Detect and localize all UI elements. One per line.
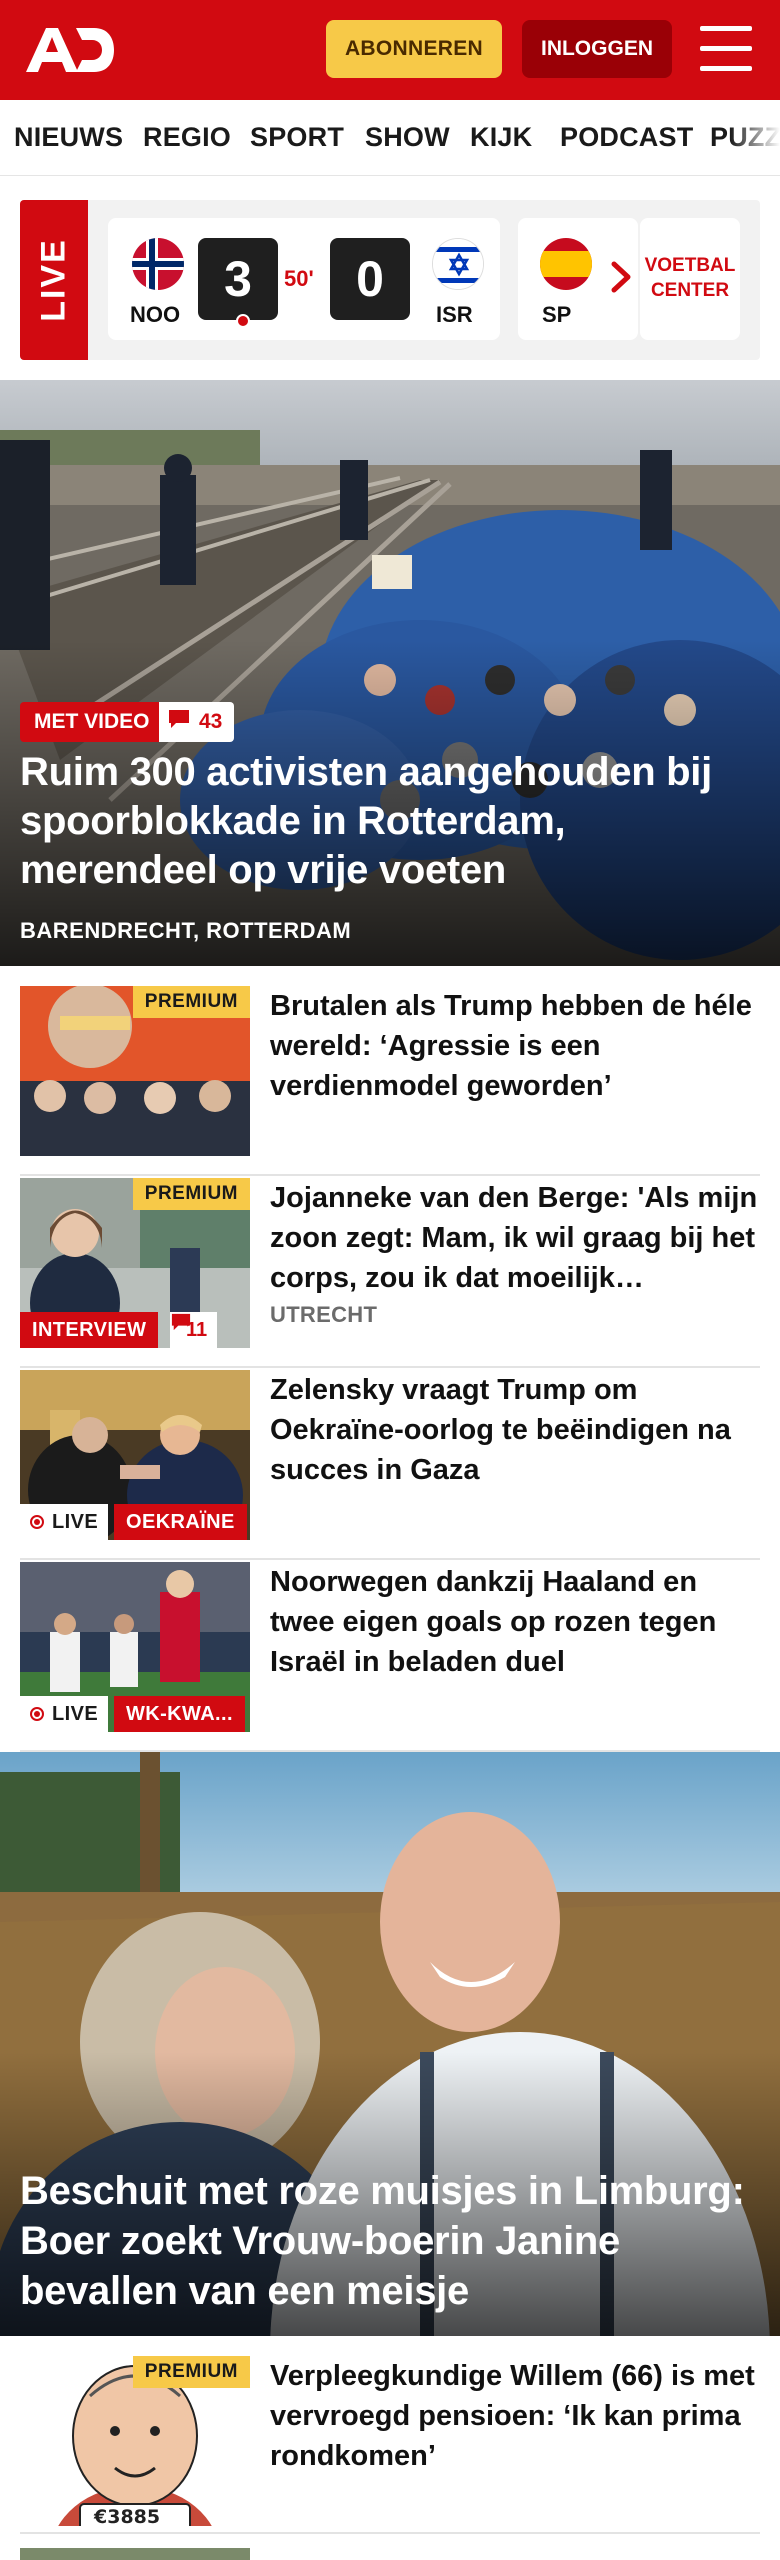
article-title[interactable]: Verpleegkundige Willem (66) is met vervr…: [270, 2356, 760, 2476]
israel-flag-icon: [432, 238, 484, 290]
article-thumbnail: LIVE WK-KWA...: [20, 1562, 250, 1732]
home-score: 3: [198, 238, 278, 320]
live-dot-icon: [30, 1515, 44, 1529]
norway-flag-icon: [132, 238, 184, 290]
premium-badge: PREMIUM: [132, 2356, 250, 2388]
article-thumbnail: PREMIUM: [20, 986, 250, 1156]
nav-item-podcast[interactable]: PODCAST: [560, 122, 693, 153]
subscribe-button[interactable]: ABONNEREN: [326, 20, 502, 78]
feature-article[interactable]: Beschuit met roze muisjes in Limburg: Bo…: [0, 1752, 780, 2336]
nav-item-show[interactable]: SHOW: [365, 122, 450, 153]
comments-badge[interactable]: 11: [170, 1312, 218, 1348]
article-item[interactable]: PREMIUM Brutalen als Trump hebben de hél…: [20, 986, 760, 1176]
live-tag: LIVE: [20, 1696, 109, 1732]
away-score: 0: [330, 238, 410, 320]
next-article-peek: [20, 2548, 760, 2560]
section-nav: NIEUWS REGIO SPORT SHOW KIJK PODCAST PUZ…: [0, 100, 780, 176]
menu-icon[interactable]: [700, 26, 752, 72]
article-thumbnail: €3885 PREMIUM: [20, 2356, 250, 2526]
live-tag: LIVE: [20, 200, 88, 360]
nav-fade: [730, 100, 780, 175]
nav-item-nieuws[interactable]: NIEUWS: [14, 122, 123, 153]
spain-flag-icon: [540, 238, 592, 290]
top-bar: ABONNEREN INLOGGEN: [0, 0, 780, 100]
article-thumbnail: PREMIUM INTERVIEW 11: [20, 1178, 250, 1348]
live-tag: LIVE: [20, 1504, 109, 1540]
premium-badge: PREMIUM: [132, 986, 250, 1018]
hero-location: BARENDRECHT, ROTTERDAM: [20, 918, 352, 943]
away-team-code: ISR: [436, 302, 473, 327]
feature-title[interactable]: Beschuit met roze muisjes in Limburg: Bo…: [20, 2166, 770, 2316]
comment-icon: [167, 708, 191, 736]
ad-logo-mark: [26, 28, 114, 72]
video-badge: MET VIDEO: [20, 702, 164, 742]
next-home-team-code: SP: [542, 302, 572, 327]
voetbal-center-link[interactable]: VOETBAL CENTER: [640, 218, 740, 340]
ad-logo[interactable]: [24, 20, 116, 80]
match-minute: 50': [284, 266, 314, 291]
sign-text: €3885: [94, 2506, 161, 2526]
live-scores-bar: LIVE NOO 3 50' 0 ISR SP VOETBAL CENTER: [20, 200, 760, 360]
premium-badge: PREMIUM: [132, 1178, 250, 1210]
hero-comments-badge[interactable]: 43: [159, 702, 235, 742]
hero-article[interactable]: MET VIDEO 43 Ruim 300 activisten aangeho…: [0, 380, 780, 966]
live-label: LIVE: [52, 1702, 99, 1725]
hero-title[interactable]: Ruim 300 activisten aangehouden bij spoo…: [20, 748, 760, 895]
live-label: LIVE: [52, 1510, 99, 1533]
login-button[interactable]: INLOGGEN: [522, 20, 672, 78]
match-card-noo-isr[interactable]: NOO 3 50' 0 ISR: [108, 218, 500, 340]
article-title[interactable]: Brutalen als Trump hebben de héle wereld…: [270, 986, 760, 1106]
article-item[interactable]: €3885 PREMIUM Verpleegkundige Willem (66…: [20, 2356, 760, 2534]
nav-item-regio[interactable]: REGIO: [143, 122, 231, 153]
article-item[interactable]: PREMIUM INTERVIEW 11 Jojanneke van den B…: [20, 1178, 760, 1368]
goal-indicator: [236, 314, 250, 328]
hero-comment-count: 43: [199, 710, 223, 733]
article-title[interactable]: Zelensky vraagt Trump om Oekraïne-oorlog…: [270, 1370, 760, 1490]
live-dot-icon: [30, 1707, 44, 1721]
article-item[interactable]: LIVE WK-KWA... Noorwegen dankzij Haaland…: [20, 1562, 760, 1752]
interview-tag: INTERVIEW: [20, 1312, 159, 1348]
topic-tag: OEKRAÏNE: [114, 1504, 247, 1540]
nav-item-kijk[interactable]: KIJK: [470, 122, 532, 153]
article-item[interactable]: LIVE OEKRAÏNE Zelensky vraagt Trump om O…: [20, 1370, 760, 1560]
home-team-code: NOO: [130, 302, 181, 327]
article-location: UTRECHT: [270, 1302, 378, 1327]
article-thumbnail: LIVE OEKRAÏNE: [20, 1370, 250, 1540]
topic-tag: WK-KWA...: [114, 1696, 245, 1732]
article-title[interactable]: Jojanneke van den Berge: 'Als mijn zoon …: [270, 1178, 760, 1298]
nav-item-sport[interactable]: SPORT: [250, 122, 344, 153]
article-title[interactable]: Noorwegen dankzij Haaland en twee eigen …: [270, 1562, 760, 1682]
